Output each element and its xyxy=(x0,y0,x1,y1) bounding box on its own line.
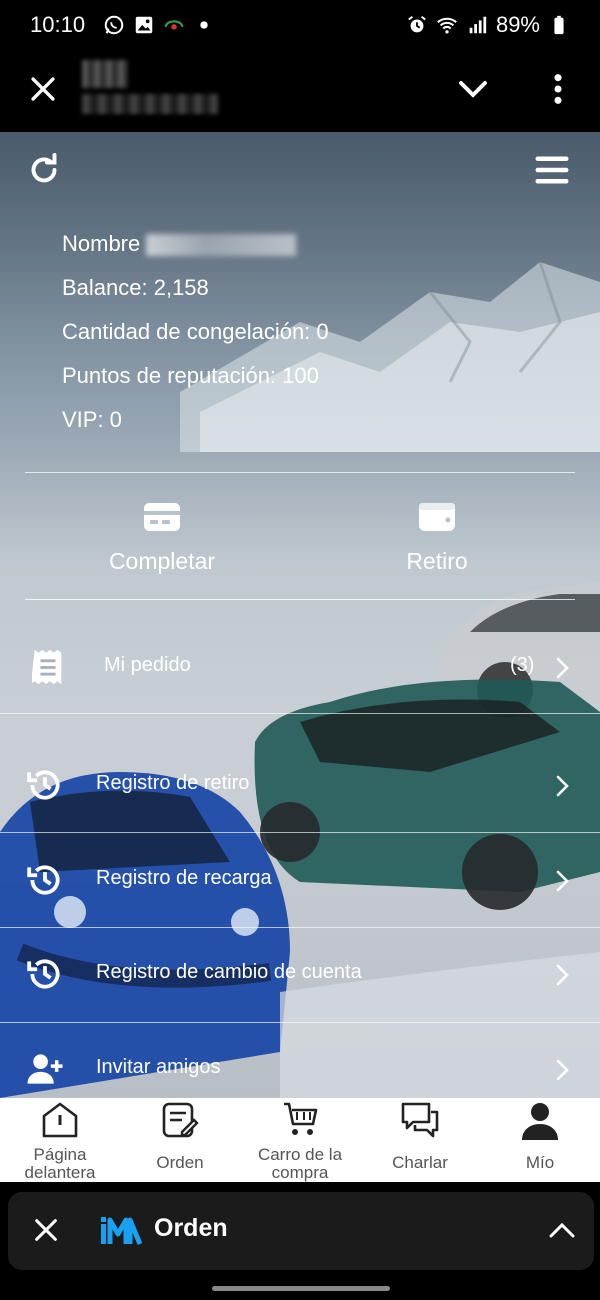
withdrawal-record-row[interactable]: Registro de retiro xyxy=(0,738,600,832)
signal-icon xyxy=(469,16,487,34)
dot-icon xyxy=(200,21,208,29)
chevron-right-icon xyxy=(556,775,569,797)
battery-percent: 89% xyxy=(495,12,540,37)
receipt-icon xyxy=(32,649,62,685)
chevron-right-icon xyxy=(556,870,569,892)
refresh-icon[interactable] xyxy=(26,152,62,188)
nav-home[interactable]: Página delantera xyxy=(0,1098,120,1182)
status-time: 10:10 xyxy=(30,12,86,37)
wifi-icon xyxy=(437,17,457,34)
freeze-amount: Cantidad de congelación: 0 xyxy=(62,319,329,344)
chevron-down-icon[interactable] xyxy=(455,74,491,104)
invite-friends-label: Invitar amigos xyxy=(96,1056,221,1078)
account-change-record-row[interactable]: Registro de cambio de cuenta xyxy=(0,927,600,1021)
divider xyxy=(25,472,575,473)
order-edit-icon xyxy=(162,1102,199,1138)
wallet-icon xyxy=(419,503,455,531)
chevron-up-icon[interactable] xyxy=(548,1218,576,1242)
page-title-redacted xyxy=(82,60,222,120)
chevron-right-icon xyxy=(556,964,569,986)
reputation-points: Puntos de reputación: 100 xyxy=(62,363,319,388)
invite-friends-row[interactable]: Invitar amigos xyxy=(0,1022,600,1098)
add-user-icon xyxy=(27,1054,63,1084)
home-indicator[interactable] xyxy=(212,1286,390,1291)
status-bar: 10:10 89% xyxy=(0,0,600,50)
close-icon[interactable] xyxy=(26,72,60,106)
chevron-right-icon xyxy=(556,1059,569,1081)
menu-icon[interactable] xyxy=(534,154,570,186)
gallery-icon xyxy=(135,16,153,34)
vip-level: VIP: 0 xyxy=(62,407,122,432)
battery-icon xyxy=(554,15,564,35)
card-icon xyxy=(144,503,180,531)
account-balance: Balance: 2,158 xyxy=(62,275,209,300)
nav-home-label: Página delantera xyxy=(24,1145,96,1182)
retiro-button[interactable]: Retiro xyxy=(337,484,537,596)
recharge-record-label: Registro de recarga xyxy=(96,867,272,889)
row-divider xyxy=(0,713,600,714)
whatsapp-icon xyxy=(104,15,124,35)
nav-chat[interactable]: Charlar xyxy=(360,1098,480,1182)
home-icon xyxy=(42,1102,78,1138)
bottom-navigation: Página delantera Orden Carro de la compr… xyxy=(0,1098,600,1182)
alarm-icon xyxy=(408,16,426,33)
cart-icon xyxy=(284,1102,318,1135)
history-icon xyxy=(27,770,60,800)
nav-order-label: Orden xyxy=(156,1153,204,1172)
chevron-right-icon xyxy=(556,657,569,679)
chat-icon xyxy=(401,1102,439,1138)
record-icon xyxy=(164,20,184,30)
account-info: Nombre Balance: 2,158 Cantidad de congel… xyxy=(62,222,329,442)
floating-chat-bar[interactable]: Orden xyxy=(8,1192,594,1270)
nav-cart[interactable]: Carro de la compra xyxy=(240,1098,360,1182)
account-change-record-label: Registro de cambio de cuenta xyxy=(96,961,362,983)
floating-chat-title: Orden xyxy=(154,1214,228,1242)
nav-cart-label: Carro de la compra xyxy=(257,1145,343,1182)
recharge-record-row[interactable]: Registro de recarga xyxy=(0,833,600,927)
nav-mine[interactable]: Mío xyxy=(480,1098,600,1182)
profile-page: Nombre Balance: 2,158 Cantidad de congel… xyxy=(0,132,600,1098)
my-order-row[interactable]: Mi pedido (3) xyxy=(0,620,600,714)
nav-order[interactable]: Orden xyxy=(120,1098,240,1182)
retiro-label: Retiro xyxy=(406,548,468,574)
nav-chat-label: Charlar xyxy=(392,1153,448,1172)
history-icon xyxy=(27,959,60,989)
divider xyxy=(25,599,575,600)
more-vert-icon[interactable] xyxy=(544,72,572,106)
close-icon[interactable] xyxy=(32,1216,60,1244)
withdrawal-record-label: Registro de retiro xyxy=(96,772,250,794)
my-order-label: Mi pedido xyxy=(104,654,191,676)
browser-top-bar xyxy=(0,50,600,132)
user-icon xyxy=(522,1103,558,1140)
nav-mine-label: Mío xyxy=(525,1153,555,1172)
my-order-count: (3) xyxy=(510,654,535,676)
wallet-actions: Completar Retiro xyxy=(0,484,600,596)
account-name: Nombre xyxy=(62,222,329,266)
completar-button[interactable]: Completar xyxy=(62,484,262,596)
completar-label: Completar xyxy=(108,548,216,574)
history-icon xyxy=(27,865,60,895)
im-logo-icon xyxy=(101,1217,142,1245)
name-redacted xyxy=(146,234,297,257)
